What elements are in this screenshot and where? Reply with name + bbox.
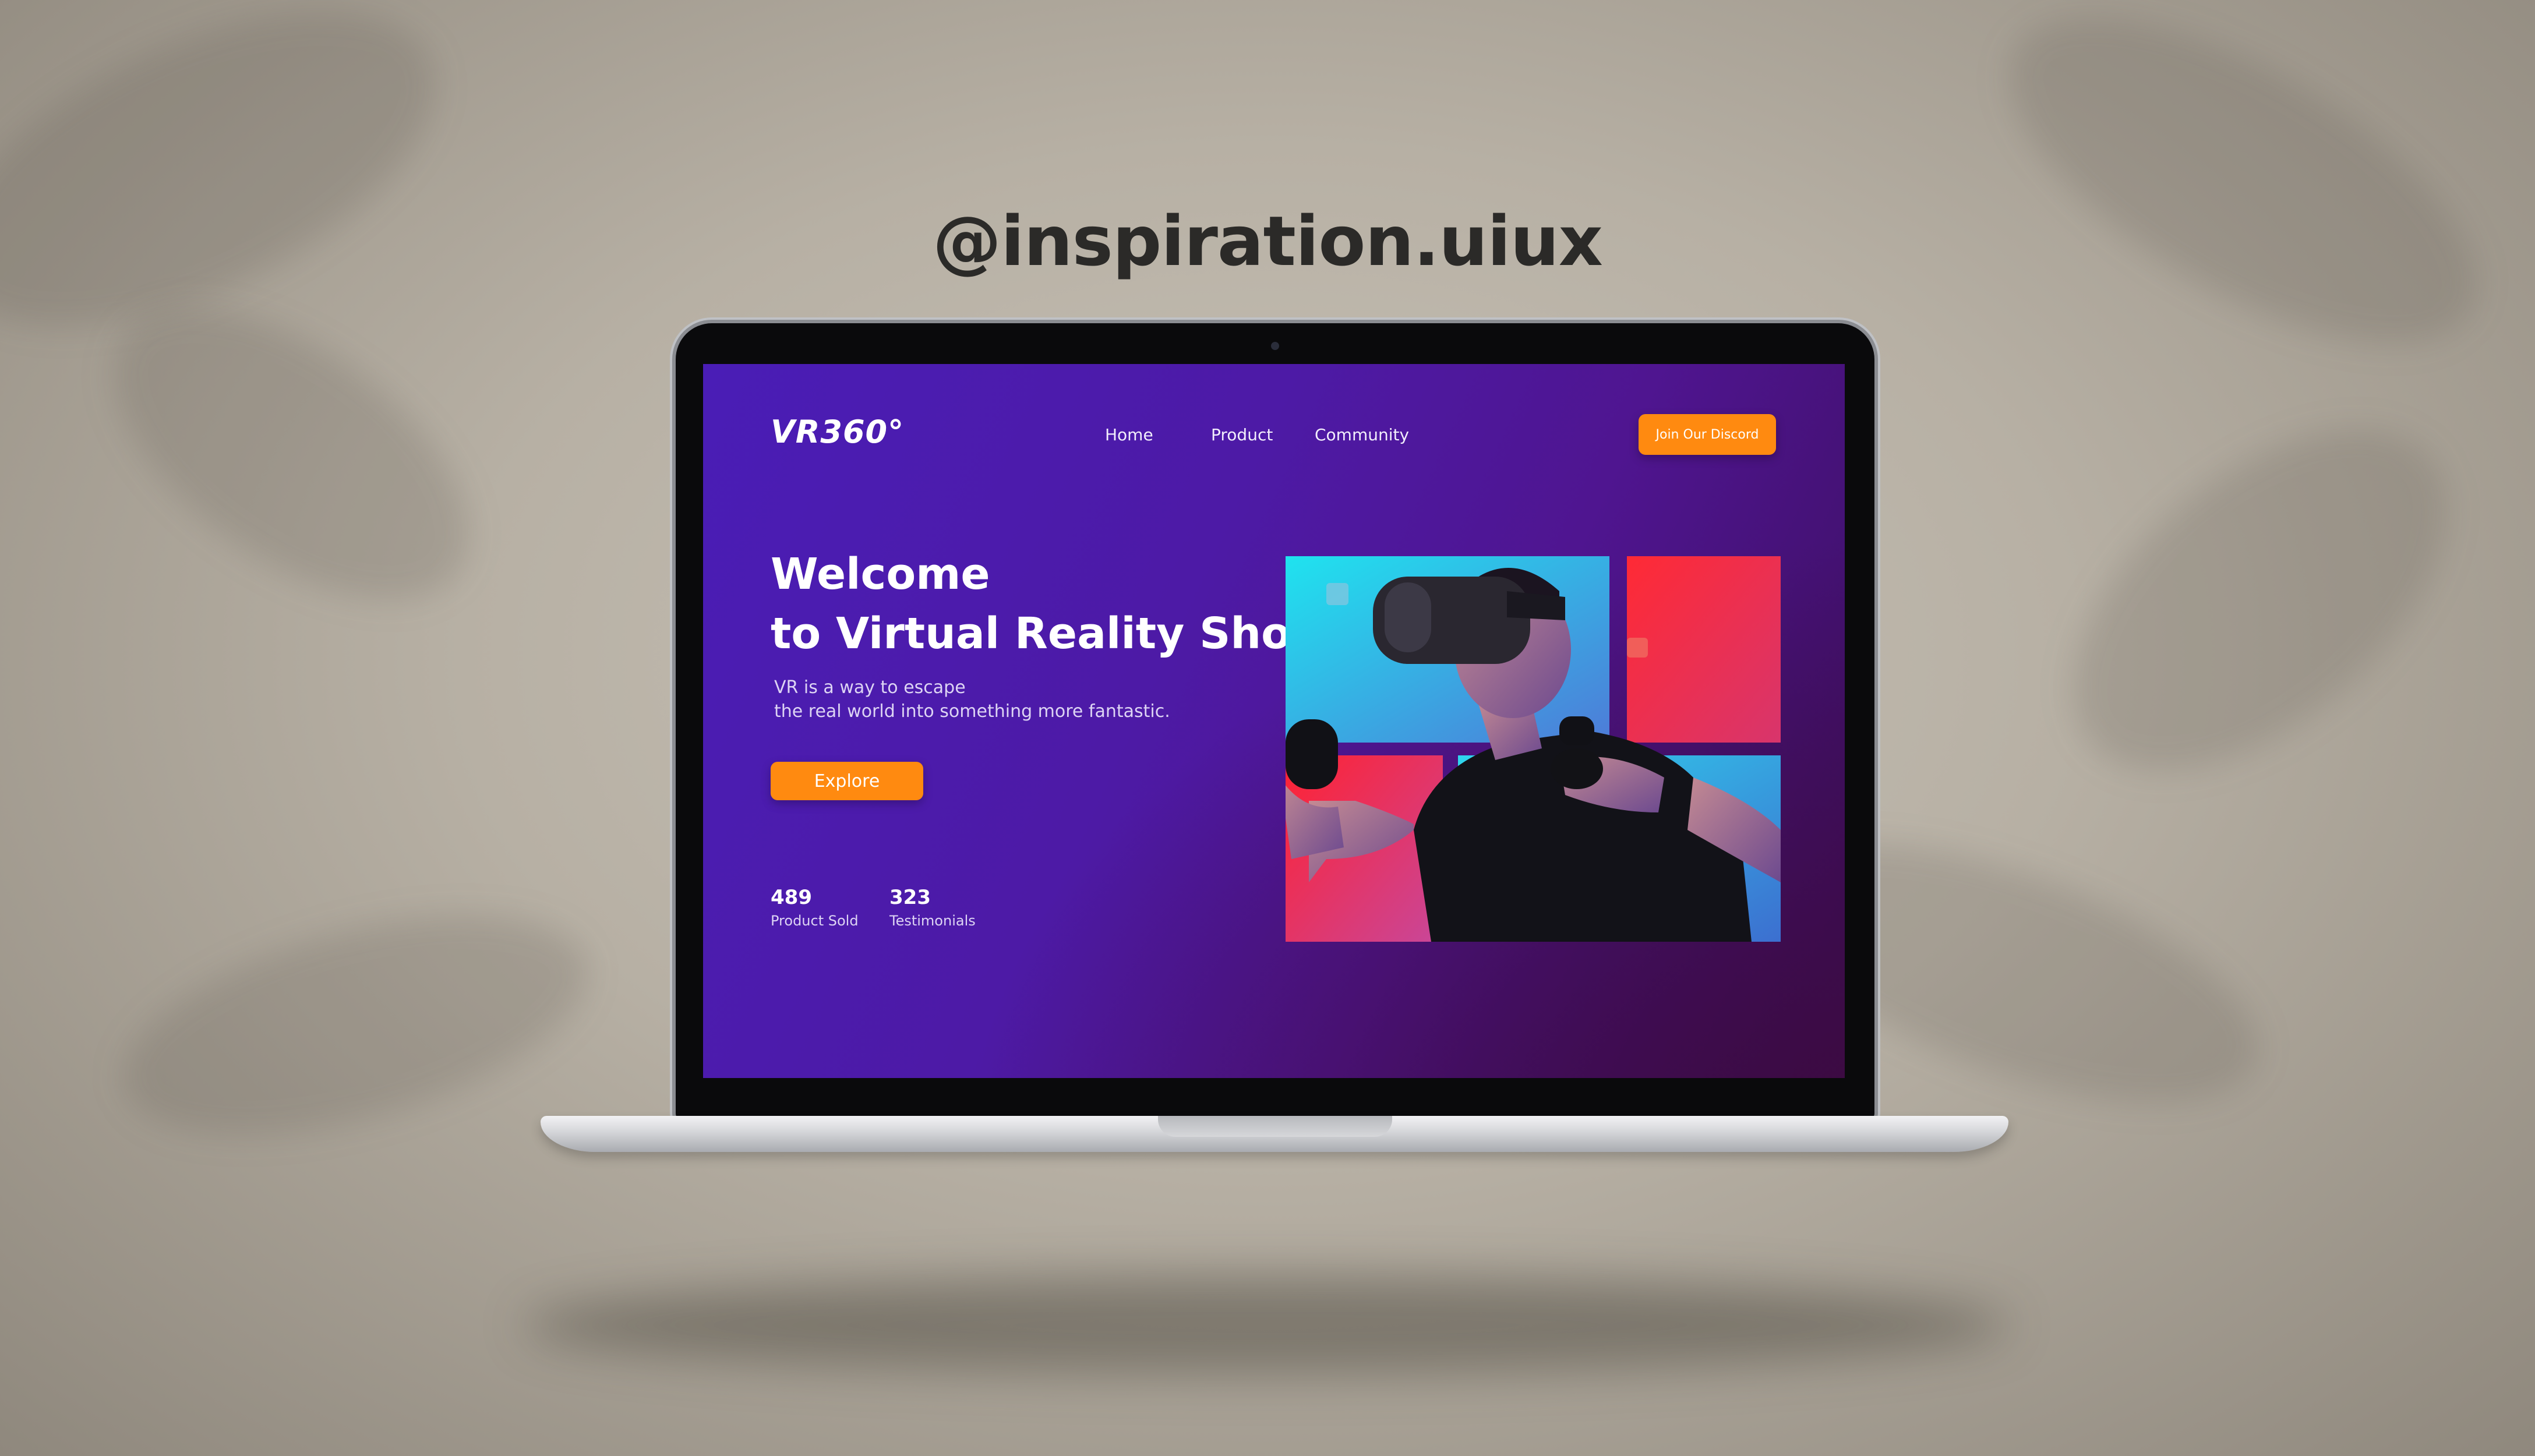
- hero-subtitle-line2: the real world into something more fanta…: [774, 701, 1170, 722]
- nav-home[interactable]: Home: [1105, 425, 1153, 444]
- stat-testimonials-label: Testimonials: [889, 913, 976, 929]
- nav-product[interactable]: Product: [1211, 425, 1273, 444]
- watermark-handle: @inspiration.uiux: [933, 201, 1603, 281]
- stat-testimonials-value: 323: [889, 886, 931, 909]
- website-screen: VR360° Home Product Community Join Our D…: [703, 364, 1845, 1078]
- person-with-vr-headset-image: [1286, 556, 1781, 942]
- join-discord-button[interactable]: Join Our Discord: [1639, 414, 1776, 455]
- nav-community[interactable]: Community: [1315, 425, 1409, 444]
- laptop-base: [541, 1116, 2008, 1152]
- hero-subtitle-line1: VR is a way to escape: [774, 677, 966, 698]
- webcam-icon: [1271, 342, 1279, 350]
- stat-products-sold-label: Product Sold: [771, 913, 859, 929]
- site-logo[interactable]: VR360°: [771, 414, 904, 450]
- laptop-hinge-notch: [1158, 1116, 1392, 1137]
- hero-title-line2: to Virtual Reality Shop: [771, 609, 1322, 659]
- background-leaf-shadow: [2011, 363, 2509, 836]
- stat-products-sold-value: 489: [771, 886, 812, 909]
- laptop-display: VR360° Home Product Community Join Our D…: [676, 323, 1874, 1119]
- laptop-shadow: [524, 1275, 2010, 1374]
- explore-button[interactable]: Explore: [771, 762, 923, 800]
- hero-title-line1: Welcome: [771, 549, 990, 599]
- background-leaf-shadow: [100, 873, 610, 1177]
